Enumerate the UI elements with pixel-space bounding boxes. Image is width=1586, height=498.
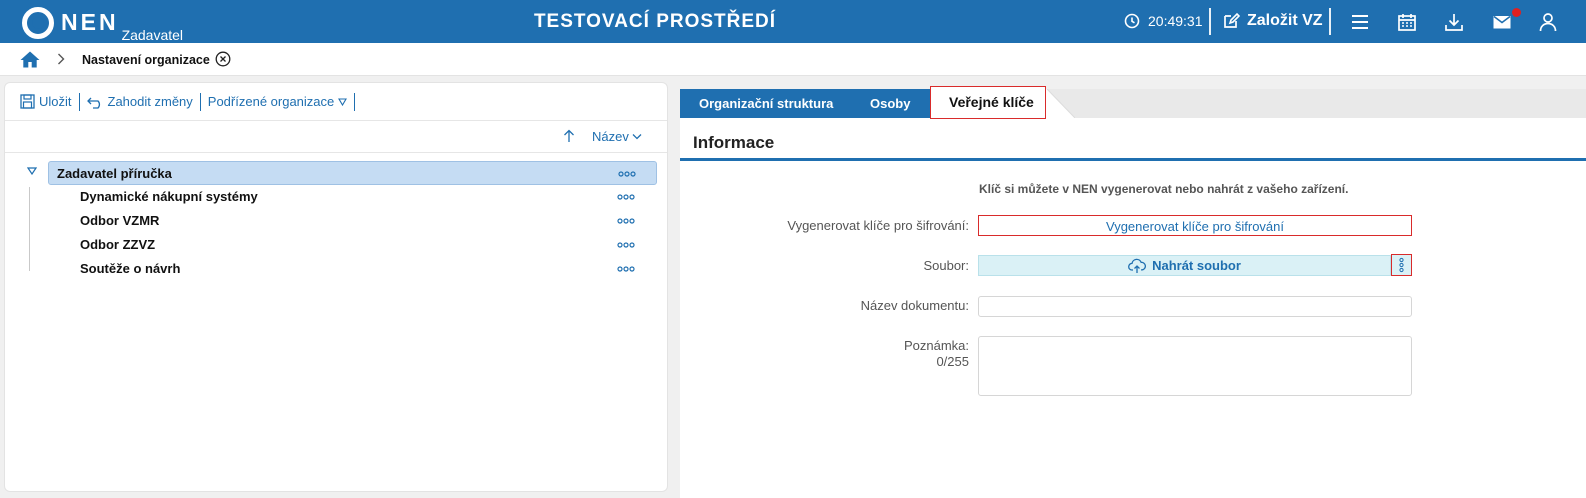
discard-changes-button[interactable]: Zahodit změny	[80, 94, 200, 109]
tree-child-node[interactable]: Odbor ZZVZ	[80, 237, 155, 252]
tab-edge	[1045, 89, 1075, 118]
mail-icon[interactable]	[1492, 12, 1512, 32]
menu-icon[interactable]	[1350, 12, 1370, 32]
chevron-right-icon	[58, 53, 65, 65]
user-icon[interactable]	[1538, 12, 1558, 32]
tree-child-node[interactable]: Soutěže o návrh	[80, 261, 180, 276]
discard-label: Zahodit změny	[107, 94, 193, 109]
more-options-icon[interactable]	[617, 218, 635, 224]
vertical-dots-icon	[1399, 257, 1404, 273]
clock-icon	[1124, 13, 1140, 29]
more-options-icon[interactable]	[617, 266, 635, 272]
close-icon[interactable]	[215, 51, 231, 67]
section-title: Informace	[693, 133, 775, 152]
note-label: Poznámka:	[903, 338, 969, 353]
sort-ascending-icon[interactable]	[563, 129, 575, 143]
more-options-icon[interactable]	[617, 242, 635, 248]
triangle-down-icon	[338, 97, 348, 106]
more-options-icon[interactable]	[617, 194, 635, 200]
top-bar: NEN Zadavatel TESTOVACÍ PROSTŘEDÍ 20:49:…	[0, 0, 1586, 43]
tab-public-keys[interactable]: Veřejné klíče	[930, 86, 1046, 119]
collapse-triangle-icon[interactable]	[27, 167, 37, 175]
generate-keys-label: Vygenerovat klíče pro šifrování:	[787, 218, 969, 233]
breadcrumb: Nastavení organizace	[0, 43, 1586, 76]
clock-time: 20:49:31	[1148, 13, 1203, 29]
session-clock: 20:49:31	[1124, 13, 1203, 29]
more-options-icon[interactable]	[618, 171, 636, 177]
section-underline	[680, 158, 1586, 161]
save-button[interactable]: Uložit	[13, 94, 79, 109]
sub-organizations-label: Podřízené organizace	[207, 94, 335, 109]
generate-keys-button[interactable]: Vygenerovat klíče pro šifrování	[978, 215, 1412, 236]
tree-node-label: Zadavatel příručka	[57, 166, 172, 181]
sort-by-name-dropdown[interactable]: Název	[592, 129, 642, 144]
tree-root-node[interactable]: Zadavatel příručka	[48, 161, 657, 185]
tree-child-node[interactable]: Dynamické nákupní systémy	[80, 189, 258, 204]
notification-badge	[1512, 8, 1521, 17]
breadcrumb-current: Nastavení organizace	[82, 53, 210, 67]
tab-organization-structure[interactable]: Organizační struktura	[680, 89, 867, 118]
toolbar-divider	[354, 92, 356, 111]
calendar-icon[interactable]	[1397, 12, 1417, 32]
header-divider	[1209, 8, 1211, 35]
tab-bar: Organizační struktura Osoby Veřejné klíč…	[680, 82, 1586, 119]
tree-toolbar: Uložit Zahodit změny Podřízené organizac…	[5, 83, 667, 121]
environment-title: TESTOVACÍ PROSTŘEDÍ	[533, 11, 777, 32]
sort-bar: Název	[5, 121, 667, 153]
upload-file-button[interactable]: Nahrát soubor	[978, 255, 1391, 276]
create-vz-label: Založit VZ	[1247, 12, 1323, 29]
cloud-upload-icon	[1128, 258, 1147, 273]
file-label: Soubor:	[923, 258, 969, 273]
document-name-input[interactable]	[978, 296, 1412, 317]
undo-icon	[86, 97, 100, 109]
save-icon	[20, 94, 35, 109]
note-textarea[interactable]	[978, 336, 1412, 396]
tree-connector-line	[29, 187, 30, 271]
header-divider	[1329, 8, 1331, 35]
information-section: Informace Klíč si můžete v NEN vygenerov…	[680, 118, 1586, 498]
home-icon[interactable]	[20, 51, 40, 68]
upload-file-label: Nahrát soubor	[1152, 258, 1241, 273]
save-label: Uložit	[39, 94, 72, 109]
organization-tree-panel: Uložit Zahodit změny Podřízené organizac…	[4, 82, 668, 492]
sort-name-label: Název	[592, 129, 629, 144]
edit-icon	[1224, 12, 1240, 28]
download-icon[interactable]	[1444, 12, 1464, 32]
sub-organizations-dropdown[interactable]: Podřízené organizace	[201, 94, 354, 109]
detail-panel: Organizační struktura Osoby Veřejné klíč…	[680, 82, 1586, 498]
document-name-label: Název dokumentu:	[860, 298, 969, 313]
create-vz-button[interactable]: Založit VZ	[1222, 12, 1323, 30]
upload-more-options-button[interactable]	[1391, 254, 1412, 276]
note-character-counter: 0/255	[936, 354, 969, 369]
info-hint-text: Klíč si můžete v NEN vygenerovat nebo na…	[979, 182, 1349, 196]
chevron-down-icon	[632, 134, 642, 140]
tree-child-node[interactable]: Odbor VZMR	[80, 213, 159, 228]
